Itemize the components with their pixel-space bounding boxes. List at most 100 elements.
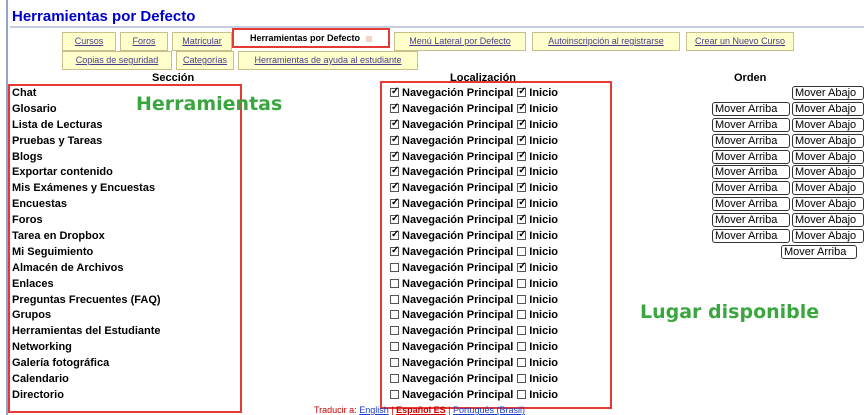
main-nav-checkbox[interactable] [390,229,399,241]
move-up-button[interactable]: Mover Arriba [781,244,857,259]
home-checkbox[interactable] [517,86,527,98]
tools-annotation: Herramientas [136,93,283,115]
table-row: Blogs Navegación Principal Inicio Mover Arr… [10,149,866,166]
home-label: Inicio [529,166,558,179]
lang-portuguese-link[interactable]: Português (Brasil) [453,405,525,415]
move-up-button[interactable]: Mover Arriba [712,181,790,196]
move-down-button[interactable]: Mover Abajo [792,117,864,132]
main-nav-checkbox[interactable] [390,197,399,209]
main-nav-checkbox[interactable] [390,389,399,399]
main-nav-checkbox[interactable] [390,326,399,336]
home-checkbox[interactable] [517,261,527,273]
move-down-button[interactable]: Mover Abajo [792,133,864,148]
move-up-button[interactable]: Mover Arriba [712,101,790,116]
location-cell: Navegación Principal Inicio [390,134,558,147]
move-down-button[interactable]: Mover Abajo [792,197,864,212]
move-down-button[interactable]: Mover Abajo [792,229,864,244]
tab-menu-lateral[interactable]: Menú Lateral por Defecto [394,32,526,51]
main-nav-checkbox[interactable] [390,213,399,225]
move-up-button[interactable]: Mover Arriba [712,165,790,180]
tab-categorias[interactable]: Categorías [176,51,234,70]
move-down-button[interactable]: Mover Abajo [792,149,864,164]
move-down-button[interactable]: Mover Abajo [792,181,864,196]
home-label: Inicio [529,198,558,211]
table-row: Mis Exámenes y Encuestas Navegación Princ… [10,181,866,197]
main-nav-checkbox[interactable] [390,118,399,130]
move-up-button[interactable]: Mover Arriba [712,229,790,244]
home-checkbox[interactable] [517,374,527,384]
move-up-button[interactable]: Mover Arriba [712,117,790,132]
section-name: Lista de Lecturas [12,118,103,131]
section-name: Directorio [12,388,64,401]
section-name: Preguntas Frecuentes (FAQ) [12,293,161,306]
home-checkbox[interactable] [517,213,527,225]
home-checkbox[interactable] [517,310,527,320]
tab-herramientas-label: Herramientas por Defecto [249,33,361,43]
home-checkbox[interactable] [517,326,527,336]
tab-copias-seguridad[interactable]: Copias de seguridad [62,51,172,70]
main-nav-checkbox[interactable] [390,150,399,162]
main-nav-checkbox[interactable] [390,102,399,114]
main-nav-checkbox[interactable] [390,134,399,146]
move-down-button[interactable]: Mover Abajo [792,165,864,180]
home-checkbox[interactable] [517,294,527,304]
main-nav-checkbox[interactable] [390,262,399,272]
home-checkbox[interactable] [517,197,527,209]
main-nav-label: Navegación Principal [402,325,514,338]
main-nav-checkbox[interactable] [390,358,399,368]
home-checkbox[interactable] [517,342,527,352]
home-checkbox[interactable] [517,181,527,193]
tab-crear-curso[interactable]: Crear un Nuevo Curso [686,32,794,51]
main-nav-label: Navegación Principal [402,118,514,131]
table-row: Encuestas Navegación Principal Inicio Mover… [10,197,866,213]
home-checkbox[interactable] [517,150,527,162]
location-cell: Navegación Principal Inicio [390,278,558,290]
left-border [6,0,8,415]
home-checkbox[interactable] [517,102,527,114]
main-nav-checkbox[interactable] [390,181,399,193]
home-checkbox[interactable] [517,246,527,256]
main-nav-checkbox[interactable] [390,374,399,384]
main-nav-checkbox[interactable] [390,245,399,257]
home-checkbox[interactable] [517,389,527,399]
move-down-button[interactable]: Mover Abajo [792,101,864,116]
tab-autoinscripcion[interactable]: Autoinscripción al registrarse [532,32,680,51]
home-label: Inicio [529,245,558,258]
tab-matricular[interactable]: Matricular [172,32,232,51]
main-nav-checkbox[interactable] [390,310,399,320]
section-name: Almacén de Archivos [12,261,124,274]
tab-foros[interactable]: Foros [120,32,168,51]
tools-table: Chat Navegación Principal Inicio Mover Abaj… [10,86,866,404]
tab-cursos[interactable]: Cursos [62,32,116,51]
home-checkbox[interactable] [517,358,527,368]
main-nav-checkbox[interactable] [390,86,399,98]
main-nav-checkbox[interactable] [390,278,399,288]
home-label: Inicio [529,373,558,386]
home-checkbox[interactable] [517,134,527,146]
main-nav-label: Navegación Principal [402,357,514,370]
location-cell: Navegación Principal Inicio [390,373,558,385]
main-nav-label: Navegación Principal [402,198,514,211]
move-down-button[interactable]: Mover Abajo [792,86,864,100]
tab-herramientas-por-defecto[interactable]: Herramientas por Defecto [232,28,390,48]
main-nav-checkbox[interactable] [390,342,399,352]
move-up-button[interactable]: Mover Arriba [712,197,790,212]
tab-herramientas-ayuda[interactable]: Herramientas de ayuda al estudiante [238,51,418,70]
location-cell: Navegación Principal Inicio [390,309,558,321]
home-checkbox[interactable] [517,165,527,177]
lang-english-link[interactable]: English [359,405,389,415]
home-checkbox[interactable] [517,278,527,288]
move-up-button[interactable]: Mover Arriba [712,133,790,148]
main-nav-checkbox[interactable] [390,294,399,304]
main-nav-label: Navegación Principal [402,102,514,115]
move-up-button[interactable]: Mover Arriba [712,213,790,228]
location-cell: Navegación Principal Inicio [390,165,558,179]
table-row: Galería fotográfica Navegación Principal I… [10,356,866,372]
home-checkbox[interactable] [517,118,527,130]
lang-spanish-link[interactable]: Español ES [396,405,446,415]
move-up-button[interactable]: Mover Arriba [712,149,790,164]
home-checkbox[interactable] [517,229,527,241]
home-label: Inicio [529,87,558,99]
main-nav-checkbox[interactable] [390,165,399,177]
move-down-button[interactable]: Mover Abajo [792,213,864,228]
